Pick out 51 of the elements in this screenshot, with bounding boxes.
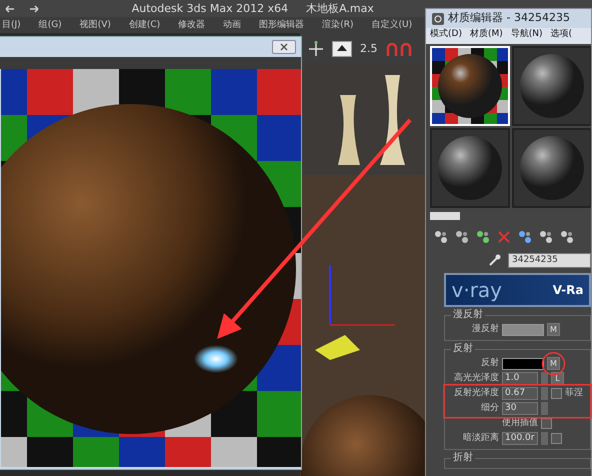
spinner-field[interactable]: 1.0: [502, 372, 538, 386]
close-button[interactable]: [272, 40, 296, 54]
menu-item[interactable]: 图形编辑器: [259, 17, 304, 33]
spinner-field[interactable]: 100.0r: [502, 432, 538, 446]
file-name: 木地板A.max: [306, 1, 374, 17]
menu-item[interactable]: 材质(M): [470, 28, 503, 44]
spinner-field[interactable]: 30: [502, 402, 538, 416]
material-name-field[interactable]: 34254235: [508, 252, 591, 268]
eyedropper-icon[interactable]: [488, 253, 502, 267]
field-label: 反射: [480, 357, 499, 370]
map-button[interactable]: M: [547, 323, 560, 336]
move-icon[interactable]: [308, 41, 324, 57]
checkbox-label: 菲涅: [565, 387, 583, 400]
spheres-icon[interactable]: [434, 230, 448, 244]
scrollbar-thumb[interactable]: [430, 212, 460, 220]
field-label: 细分: [480, 402, 499, 415]
menu-item[interactable]: 视图(V): [80, 17, 111, 33]
app-logo-icon: [432, 12, 444, 24]
vray-logo: v·ray: [452, 276, 502, 304]
group-title: 反射: [451, 342, 475, 355]
checkbox[interactable]: [551, 433, 562, 444]
field-label: 反射光泽度: [453, 387, 499, 400]
field-label: 暗淡距离: [462, 432, 499, 445]
menu-item[interactable]: 导航(N): [510, 28, 543, 44]
field-label: 漫反射: [471, 323, 499, 336]
menu-item[interactable]: 修改器: [178, 17, 206, 33]
map-button[interactable]: M: [547, 357, 560, 370]
upload-icon[interactable]: [332, 41, 352, 57]
group-title: 折射: [451, 452, 475, 464]
checkbox[interactable]: [541, 418, 552, 430]
snap-value: 2.5: [360, 40, 378, 57]
color-swatch[interactable]: [502, 324, 544, 336]
menu-item[interactable]: 模式(D): [430, 28, 462, 44]
window-title: 材质编辑器 - 34254235: [448, 10, 570, 26]
field-label: 高光光泽度: [453, 372, 499, 385]
spinner-field[interactable]: 0.67: [502, 387, 538, 400]
banner-title: V-Ra: [552, 282, 584, 299]
menu-item[interactable]: 渲染(R): [322, 17, 354, 33]
menu-item[interactable]: 选项(: [550, 28, 572, 44]
menu-item[interactable]: 动画: [223, 17, 242, 33]
undo-icon[interactable]: [2, 2, 17, 15]
group-title: 漫反射: [451, 308, 485, 321]
checkbox[interactable]: [551, 388, 562, 400]
menu-item[interactable]: 组(G): [38, 17, 62, 33]
close-icon: [280, 42, 288, 51]
annotation-circle: [542, 352, 566, 376]
menu-item[interactable]: 目(J): [2, 17, 21, 33]
menu-item[interactable]: 自定义(U): [371, 17, 412, 33]
app-title: Autodesk 3ds Max 2012 x64: [132, 1, 288, 17]
menu-item[interactable]: 创建(C): [128, 17, 160, 33]
color-swatch[interactable]: [502, 358, 544, 370]
